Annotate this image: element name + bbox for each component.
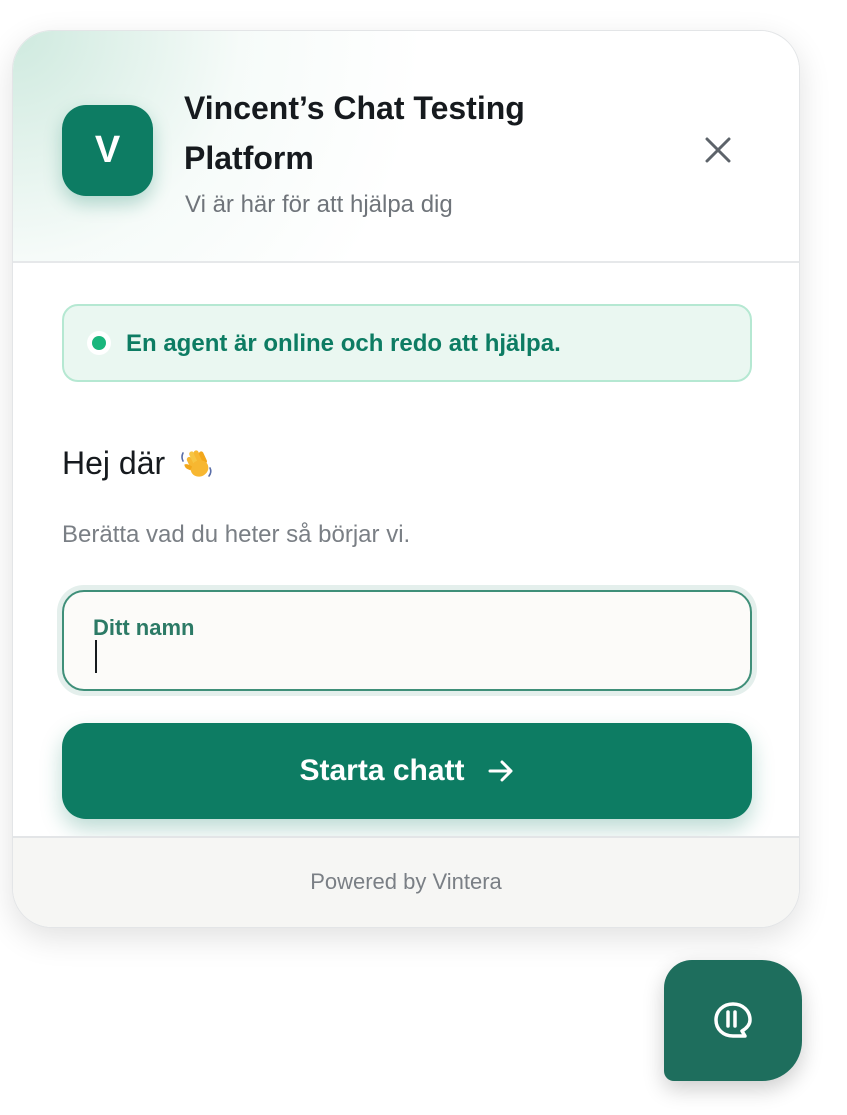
agent-status-banner: En agent är online och redo att hjälpa.: [62, 304, 752, 382]
powered-by-text: Powered by Vintera: [310, 868, 502, 894]
name-field-label: Ditt namn: [93, 615, 195, 640]
greeting-text: Hej där: [62, 445, 166, 481]
close-icon: [705, 137, 731, 163]
brand-logo: V: [62, 105, 153, 196]
chat-launcher-button[interactable]: [664, 960, 802, 1081]
close-button[interactable]: [699, 131, 737, 169]
chat-bubble-icon: [714, 1001, 752, 1038]
widget-title: Vincent’s Chat Testing Platform: [184, 90, 525, 176]
start-chat-label: Starta chatt: [299, 754, 465, 787]
widget-footer: Powered by Vintera: [13, 836, 799, 927]
waving-hand-icon: [179, 445, 215, 481]
widget-subtitle: Vi är här för att hjälpa dig: [185, 191, 453, 218]
widget-header: V Vincent’s Chat Testing Platform Vi är …: [13, 31, 799, 263]
name-prompt-text: Berätta vad du heter så börjar vi.: [62, 521, 411, 548]
text-cursor: [95, 640, 97, 673]
start-chat-button[interactable]: Starta chatt: [62, 723, 752, 819]
greeting-heading: Hej där: [62, 443, 215, 483]
agent-status-text: En agent är online och redo att hjälpa.: [126, 330, 561, 357]
chat-widget: V Vincent’s Chat Testing Platform Vi är …: [12, 30, 800, 928]
arrow-right-icon: [487, 757, 515, 785]
name-field[interactable]: Ditt namn: [62, 590, 752, 691]
online-status-icon: [87, 331, 111, 355]
name-input[interactable]: [93, 644, 713, 676]
